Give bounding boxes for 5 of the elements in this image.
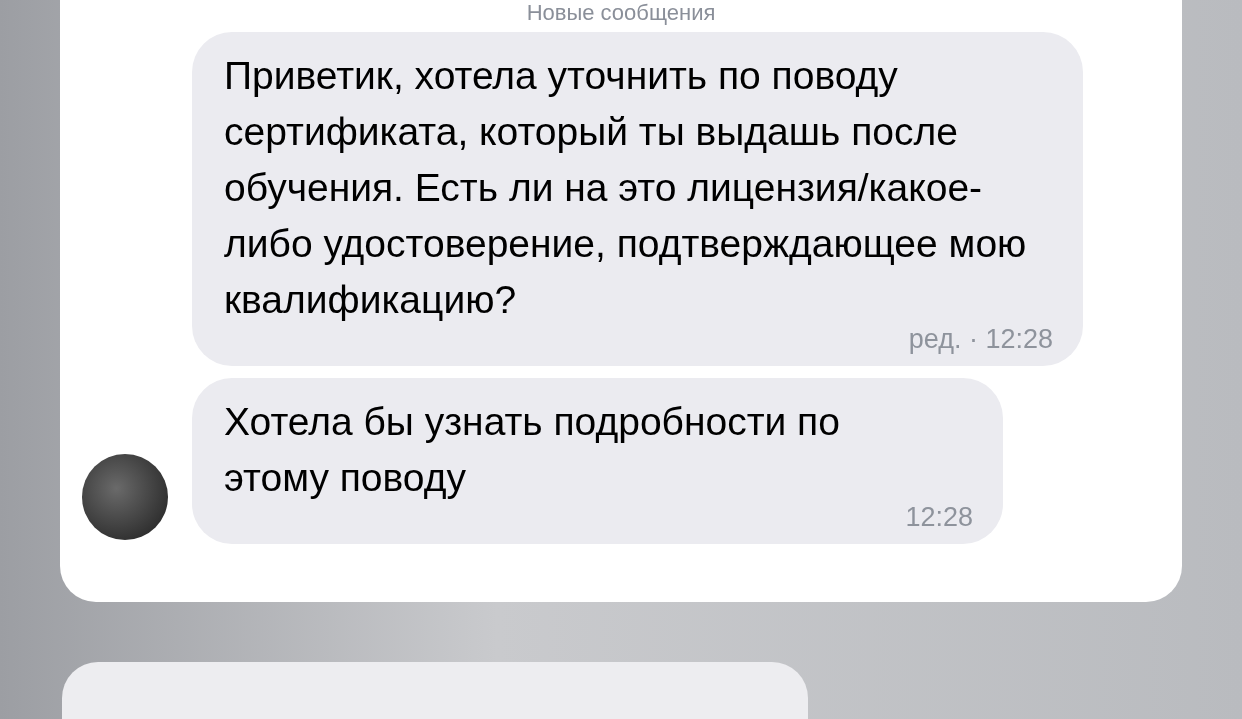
new-messages-divider: Новые сообщения (526, 0, 716, 26)
message-text: Приветик, хотела уточнить по поводу сертификата, который ты выдашь после обучения. Есть ли на это лицензия/какое-либо удостоверение, подтверждающее мою квалификацию? (224, 53, 1028, 323)
message-text: Хотела бы узнать подробности по этому поводу (224, 399, 841, 501)
message-time: 12:28 (905, 502, 973, 532)
message-time: ред. · 12:28 (908, 324, 1053, 354)
